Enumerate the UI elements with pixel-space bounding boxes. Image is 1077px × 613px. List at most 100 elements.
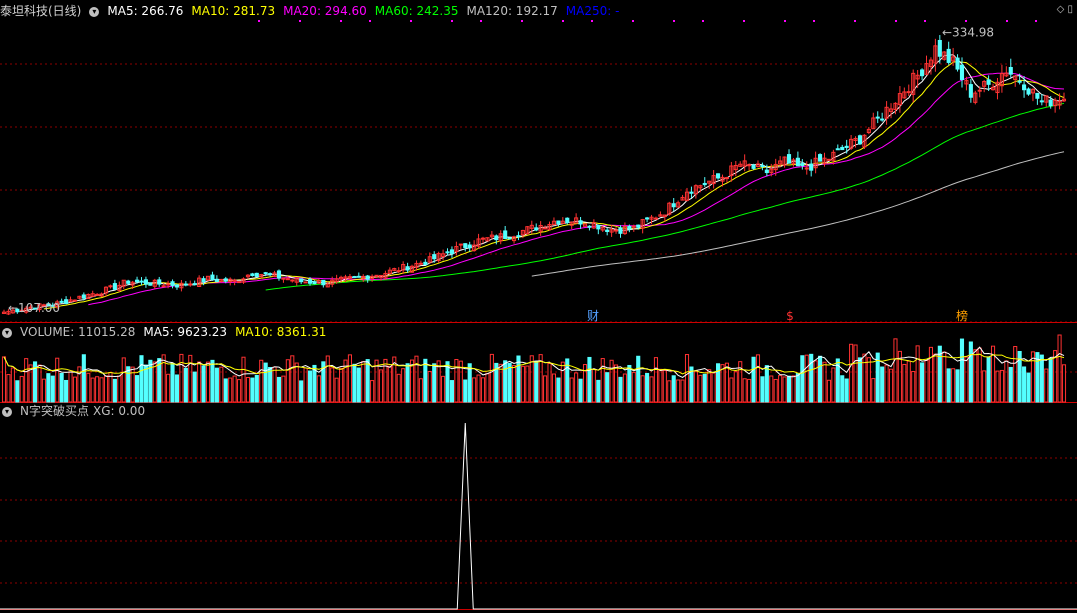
- volume-bar: [1035, 352, 1040, 403]
- candle-body: [312, 281, 317, 285]
- volume-bar: [680, 379, 685, 403]
- candle-body: [126, 280, 131, 284]
- volume-bar: [441, 375, 446, 403]
- candle-body: [445, 251, 450, 254]
- candle-body: [809, 163, 814, 171]
- signal-dot: [1006, 20, 1008, 22]
- volume-bar: [764, 365, 769, 403]
- candle-body: [653, 217, 659, 220]
- volume-bar: [303, 367, 308, 403]
- volume-bar: [534, 360, 539, 403]
- volume-bar: [214, 367, 219, 403]
- candle-body: [307, 279, 313, 284]
- signal-dot: [340, 20, 342, 22]
- volume-bar: [201, 365, 206, 403]
- stock-chart[interactable]: ←334.98 ←107.00 财 $ 榜: [0, 0, 1077, 613]
- volume-bar: [90, 377, 95, 403]
- volume-bar: [755, 354, 761, 403]
- signal-dot: [813, 20, 815, 22]
- candle-body: [959, 64, 965, 80]
- volume-bar: [711, 372, 716, 403]
- signal-dot: [369, 20, 371, 22]
- candle-body: [192, 283, 197, 286]
- volume-bar: [698, 374, 703, 403]
- volume-bar: [525, 365, 530, 403]
- candle-body: [214, 278, 219, 282]
- volume-bar: [857, 357, 863, 403]
- volume-bar: [108, 372, 113, 403]
- volume-bar: [920, 362, 925, 403]
- volume-bar: [804, 354, 809, 403]
- volume-bar: [276, 376, 282, 403]
- candle-body: [418, 262, 423, 265]
- volume-bar: [511, 365, 517, 403]
- candle-body: [880, 118, 885, 121]
- volume-bar: [334, 377, 339, 403]
- signal-dot: [743, 20, 745, 22]
- candle-body: [237, 281, 242, 284]
- volume-bar: [986, 356, 991, 403]
- volume-bar: [880, 366, 885, 403]
- candle-body: [161, 285, 166, 288]
- volume-bar: [19, 375, 24, 403]
- candle-body: [1022, 84, 1027, 91]
- signal-dot: [702, 20, 704, 22]
- signal-dot: [632, 20, 634, 22]
- volume-bar: [268, 367, 273, 403]
- volume-bar: [356, 367, 361, 403]
- candle-body: [1035, 92, 1040, 99]
- volume-bar: [166, 373, 171, 403]
- volume-bar: [778, 375, 783, 403]
- volume-bar: [724, 362, 729, 403]
- volume-bar: [915, 345, 920, 403]
- volume-bar: [818, 355, 823, 403]
- volume-bar: [325, 355, 330, 403]
- volume-bar: [210, 359, 215, 403]
- volume-bar: [1039, 354, 1044, 403]
- volume-bar: [10, 367, 15, 403]
- candle-body: [423, 261, 428, 266]
- volume-bar: [742, 378, 747, 403]
- signal-dot: [451, 20, 453, 22]
- volume-bar: [844, 378, 849, 403]
- volume-bar: [330, 367, 335, 403]
- volume-bar: [1, 356, 7, 403]
- candle-body: [1039, 100, 1044, 103]
- volume-bar: [95, 376, 100, 403]
- candle-body: [449, 249, 455, 254]
- xg-signal-line: [0, 422, 1077, 610]
- volume-bar: [378, 369, 384, 403]
- candle-body: [170, 281, 175, 287]
- signal-dot: [299, 20, 301, 22]
- volume-bar: [928, 346, 933, 403]
- candle-body: [432, 254, 437, 260]
- volume-bar: [888, 368, 894, 403]
- volume-bar: [294, 362, 299, 403]
- candle-body: [72, 299, 78, 302]
- volume-bar: [955, 369, 960, 403]
- candle-body: [835, 148, 840, 151]
- volume-bar: [250, 377, 255, 403]
- candle-body: [671, 203, 676, 208]
- volume-bar: [507, 362, 512, 403]
- volume-bar: [627, 364, 632, 403]
- candle-body: [157, 279, 162, 285]
- candle-body: [534, 227, 539, 231]
- volume-bar: [423, 358, 428, 403]
- signal-dot: [562, 20, 564, 22]
- candle-body: [1008, 66, 1013, 75]
- candle-body: [955, 57, 960, 70]
- volume-bar: [1008, 366, 1013, 403]
- candle-body: [857, 135, 863, 145]
- volume-bar: [174, 374, 180, 403]
- volume-bar: [866, 357, 871, 403]
- candle-body: [365, 275, 370, 280]
- volume-bar: [800, 355, 805, 403]
- volume-bar: [1022, 366, 1027, 403]
- volume-bar: [418, 378, 423, 403]
- volume-bar: [387, 365, 392, 403]
- volume-bar: [862, 353, 867, 403]
- candle-body: [281, 277, 286, 280]
- candle-body: [112, 283, 117, 290]
- candle-body: [299, 278, 304, 283]
